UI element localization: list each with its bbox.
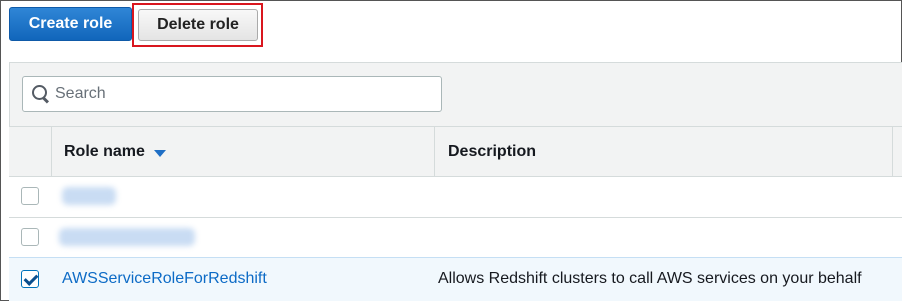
table-row[interactable] <box>9 176 902 217</box>
delete-role-button[interactable]: Delete role <box>138 9 258 41</box>
role-description: Allows Redshift clusters to call AWS ser… <box>438 270 862 287</box>
redacted-role-name <box>62 187 116 205</box>
column-header-role-name[interactable]: Role name <box>64 127 166 177</box>
sort-desc-icon[interactable] <box>153 149 166 157</box>
search-box[interactable] <box>22 76 442 112</box>
row-checkbox[interactable] <box>21 187 39 205</box>
row-checkbox-checked[interactable] <box>21 270 39 288</box>
column-header-description[interactable]: Description <box>448 127 536 177</box>
search-input[interactable] <box>55 85 425 103</box>
table-row[interactable] <box>9 217 902 257</box>
column-header-label: Role name <box>64 143 145 160</box>
redacted-role-name <box>59 228 195 246</box>
column-divider <box>51 127 52 177</box>
row-checkbox[interactable] <box>21 228 39 246</box>
table-row-selected[interactable]: AWSServiceRoleForRedshift Allows Redshif… <box>9 257 902 301</box>
table-header-row: Role name Description <box>9 126 902 177</box>
create-role-button[interactable]: Create role <box>9 7 132 41</box>
column-header-label: Description <box>448 143 537 160</box>
role-name-link[interactable]: AWSServiceRoleForRedshift <box>62 270 267 288</box>
search-icon <box>31 84 51 104</box>
column-divider <box>434 127 435 177</box>
column-divider <box>892 127 893 177</box>
